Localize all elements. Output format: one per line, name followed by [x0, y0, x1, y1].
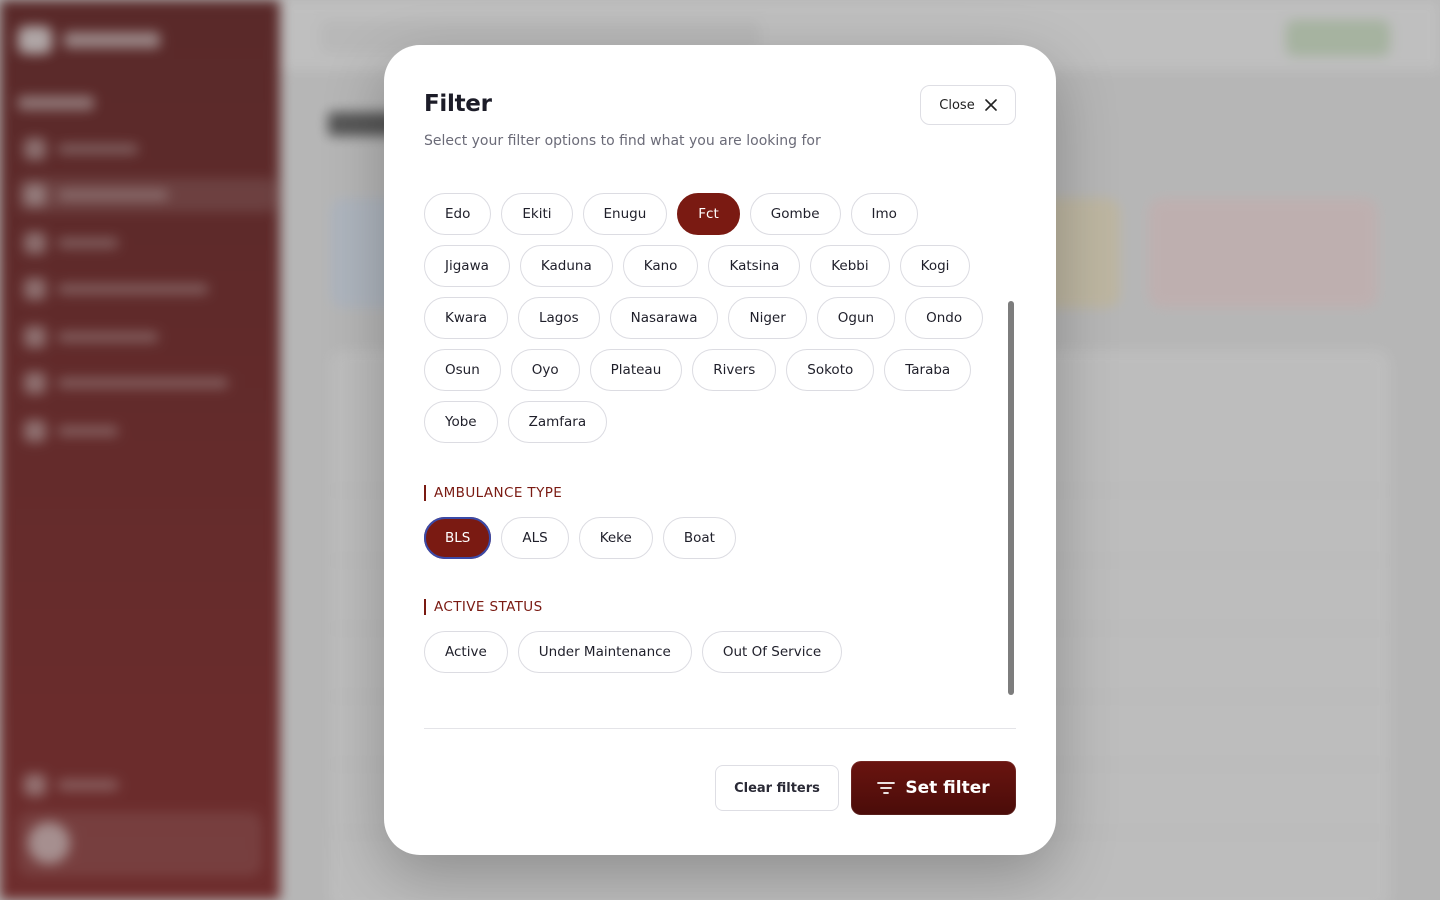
state-chip-plateau[interactable]: Plateau: [589, 349, 683, 391]
state-chip-imo[interactable]: Imo: [850, 193, 918, 235]
ambulance-type-chip-keke[interactable]: Keke: [578, 517, 653, 559]
status-chip-active[interactable]: Active: [424, 631, 508, 673]
modal-title: Filter: [424, 91, 492, 117]
section-label-active-status: ACTIVE STATUS: [424, 599, 1004, 615]
state-chip-ogun[interactable]: Ogun: [816, 297, 896, 339]
state-chip-nasarawa[interactable]: Nasarawa: [609, 297, 719, 339]
state-chip-taraba[interactable]: Taraba: [884, 349, 972, 391]
state-chip-edo[interactable]: Edo: [424, 193, 492, 235]
clear-filters-button[interactable]: Clear filters: [715, 765, 839, 811]
state-chip-yobe[interactable]: Yobe: [424, 401, 498, 443]
status-chip-under-maintenance[interactable]: Under Maintenance: [517, 631, 692, 673]
state-chip-gombe[interactable]: Gombe: [749, 193, 841, 235]
close-button-label: Close: [939, 97, 975, 113]
filter-modal: Filter Select your filter options to fin…: [384, 45, 1056, 855]
set-filter-label: Set filter: [905, 778, 990, 798]
scrollbar-thumb[interactable]: [1008, 301, 1014, 695]
state-chip-niger[interactable]: Niger: [728, 297, 807, 339]
state-chip-kogi[interactable]: Kogi: [899, 245, 971, 287]
state-chip-ekiti[interactable]: Ekiti: [501, 193, 573, 235]
close-icon: [984, 99, 997, 111]
state-chip-kwara[interactable]: Kwara: [424, 297, 508, 339]
filter-lines-icon: [877, 782, 896, 794]
state-chip-fct[interactable]: Fct: [677, 193, 740, 235]
status-chip-out-of-service[interactable]: Out Of Service: [701, 631, 843, 673]
ambulance-type-chip-boat[interactable]: Boat: [662, 517, 736, 559]
close-button[interactable]: Close: [920, 85, 1016, 125]
ambulance-type-chip-group: BLS ALS Keke Boat: [424, 517, 1004, 559]
section-label-ambulance-type: AMBULANCE TYPE: [424, 485, 1004, 501]
state-chip-kano[interactable]: Kano: [622, 245, 699, 287]
modal-subtitle: Select your filter options to find what …: [424, 133, 821, 149]
state-chip-katsina[interactable]: Katsina: [708, 245, 801, 287]
state-chip-zamfara[interactable]: Zamfara: [507, 401, 608, 443]
active-status-chip-group: Active Under Maintenance Out Of Service: [424, 631, 1004, 673]
state-chip-enugu[interactable]: Enugu: [582, 193, 668, 235]
set-filter-button[interactable]: Set filter: [851, 761, 1016, 815]
state-chip-oyo[interactable]: Oyo: [510, 349, 580, 391]
ambulance-type-chip-als[interactable]: ALS: [501, 517, 569, 559]
state-chip-jigawa[interactable]: Jigawa: [424, 245, 510, 287]
state-chip-kebbi[interactable]: Kebbi: [810, 245, 890, 287]
state-chip-lagos[interactable]: Lagos: [518, 297, 600, 339]
state-chip-kaduna[interactable]: Kaduna: [519, 245, 613, 287]
state-chip-osun[interactable]: Osun: [424, 349, 501, 391]
state-chip-ondo[interactable]: Ondo: [905, 297, 984, 339]
state-chip-group: Edo Ekiti Enugu Fct Gombe Imo Jigawa Kaduna Kano…: [424, 193, 1004, 443]
footer-divider: [424, 728, 1016, 729]
state-chip-sokoto[interactable]: Sokoto: [786, 349, 875, 391]
filter-scroll-area[interactable]: Edo Ekiti Enugu Fct Gombe Imo Jigawa Kaduna Kano…: [424, 193, 1004, 713]
ambulance-type-chip-bls[interactable]: BLS: [424, 517, 492, 559]
state-chip-rivers[interactable]: Rivers: [692, 349, 777, 391]
